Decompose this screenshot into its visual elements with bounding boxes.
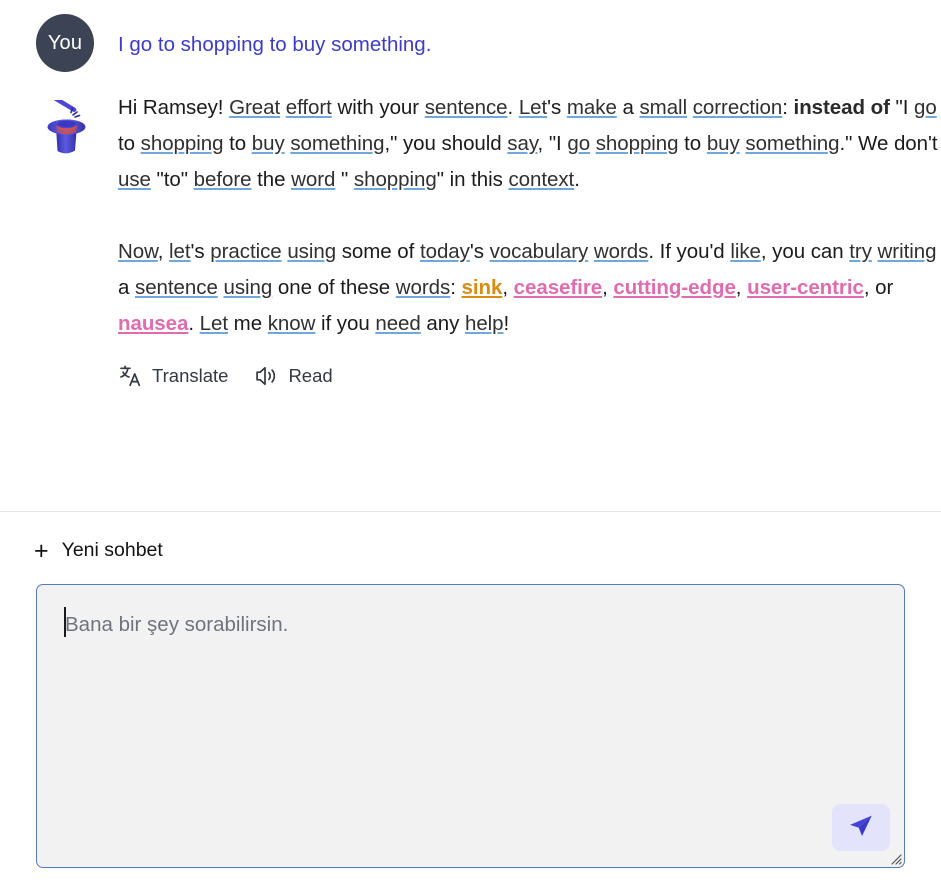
resize-grip[interactable]: [888, 851, 902, 865]
vocabulary-word[interactable]: user-centric: [747, 276, 864, 299]
word-link[interactable]: Let: [519, 96, 547, 119]
word-link[interactable]: small: [639, 96, 687, 119]
word-link[interactable]: go: [567, 132, 590, 155]
assistant-paragraph-2: Now, let's practice using some of today'…: [118, 240, 937, 335]
text-cursor: [64, 607, 66, 637]
word-link[interactable]: know: [268, 312, 316, 335]
emphasis-text: instead of: [793, 96, 890, 119]
word-link[interactable]: using: [223, 276, 272, 299]
word-link[interactable]: something: [745, 132, 839, 155]
word-link[interactable]: words: [396, 276, 450, 299]
word-link[interactable]: context: [508, 168, 574, 191]
translate-button[interactable]: Translate: [118, 364, 228, 388]
word-link[interactable]: before: [194, 168, 252, 191]
user-avatar: You: [36, 14, 94, 72]
new-chat-label: Yeni sohbet: [61, 539, 163, 561]
conversation-panel: You I go to shopping to buy something. H…: [0, 0, 941, 512]
word-link[interactable]: Now: [118, 240, 158, 263]
read-label: Read: [288, 365, 333, 386]
word-link[interactable]: sentence: [135, 276, 218, 299]
word-link[interactable]: buy: [252, 132, 285, 155]
word-link[interactable]: go: [914, 96, 937, 119]
word-link[interactable]: like: [730, 240, 761, 263]
user-message-text: I go to shopping to buy something.: [118, 33, 432, 56]
vocabulary-word[interactable]: ceasefire: [514, 276, 603, 299]
assistant-message-body: Hi Ramsey! Great effort with your senten…: [118, 90, 941, 388]
vocabulary-word[interactable]: sink: [462, 276, 503, 299]
word-link[interactable]: Let: [200, 312, 228, 335]
word-link[interactable]: vocabulary: [490, 240, 589, 263]
word-link[interactable]: today: [420, 240, 470, 263]
word-link[interactable]: help: [465, 312, 504, 335]
word-link[interactable]: using: [287, 240, 336, 263]
word-link[interactable]: shopping: [596, 132, 679, 155]
word-link[interactable]: use: [118, 168, 151, 191]
send-button[interactable]: [832, 804, 890, 851]
vocabulary-word[interactable]: cutting-edge: [613, 276, 735, 299]
translate-label: Translate: [152, 365, 229, 386]
word-link[interactable]: shopping: [354, 168, 437, 191]
send-paper-plane-icon: [847, 812, 875, 843]
speaker-icon: [254, 365, 279, 387]
composer-panel: + Yeni sohbet: [0, 513, 941, 889]
word-link[interactable]: effort: [286, 96, 332, 119]
word-link[interactable]: practice: [210, 240, 281, 263]
word-link[interactable]: sentence: [425, 96, 508, 119]
plus-icon: +: [34, 536, 49, 565]
word-link[interactable]: words: [594, 240, 648, 263]
translate-icon: [118, 364, 143, 388]
magic-hat-and-wand-icon: [36, 96, 96, 158]
chat-input[interactable]: [37, 585, 904, 867]
assistant-action-bar: Translate Read: [118, 364, 941, 388]
word-link[interactable]: try: [849, 240, 872, 263]
user-avatar-label: You: [47, 31, 83, 54]
vocabulary-word[interactable]: nausea: [118, 312, 188, 335]
word-link[interactable]: Great: [229, 96, 280, 119]
word-link[interactable]: writing: [878, 240, 937, 263]
word-link[interactable]: make: [567, 96, 617, 119]
word-link[interactable]: shopping: [141, 132, 224, 155]
assistant-message-row: Hi Ramsey! Great effort with your senten…: [0, 72, 941, 388]
word-link[interactable]: let: [169, 240, 191, 263]
read-button[interactable]: Read: [254, 365, 333, 387]
user-message-row: You I go to shopping to buy something.: [0, 0, 941, 72]
word-link[interactable]: need: [375, 312, 420, 335]
word-link[interactable]: something: [290, 132, 384, 155]
word-link[interactable]: correction: [693, 96, 783, 119]
chat-input-container: [36, 584, 905, 868]
word-link[interactable]: buy: [707, 132, 740, 155]
new-chat-button[interactable]: + Yeni sohbet: [34, 536, 163, 565]
word-link[interactable]: say: [507, 132, 537, 155]
assistant-paragraph-1: Hi Ramsey! Great effort with your senten…: [118, 96, 938, 191]
word-link[interactable]: word: [291, 168, 335, 191]
